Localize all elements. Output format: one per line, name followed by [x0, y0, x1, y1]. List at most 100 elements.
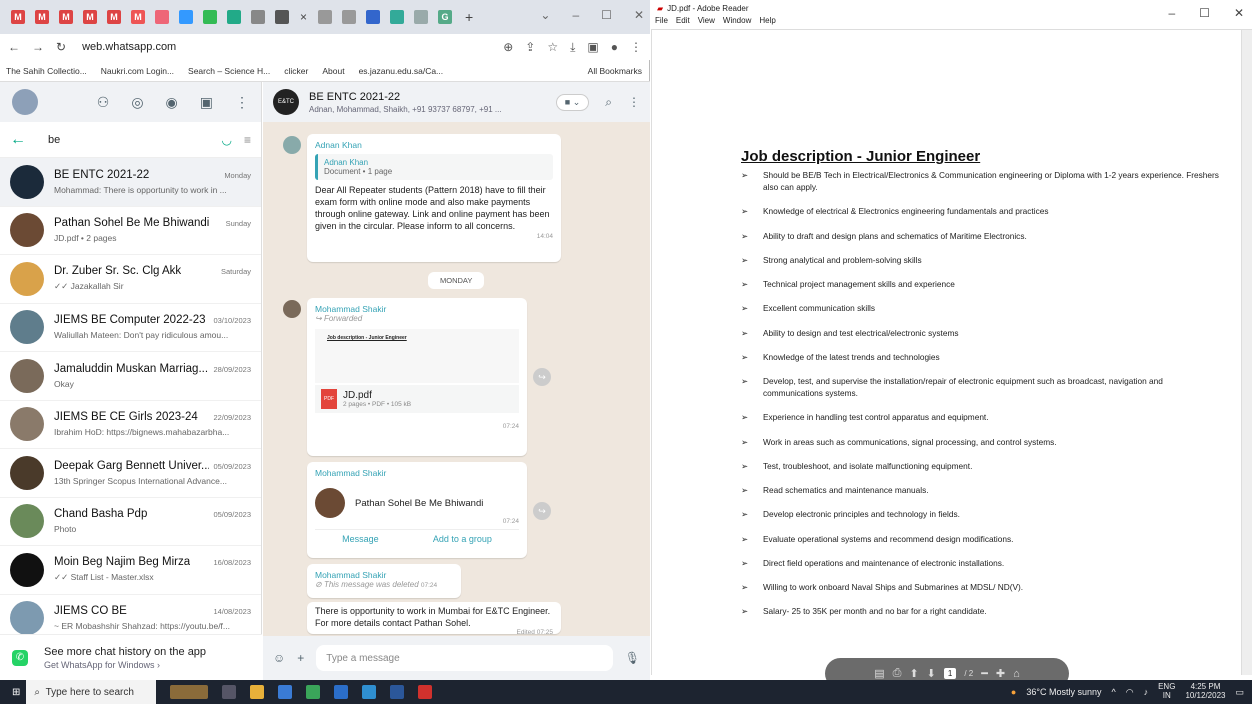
chat-list-item[interactable]: JIEMS BE CE Girls 2023-24 22/09/2023 Ibrah… — [0, 401, 261, 449]
back-icon[interactable]: ← — [8, 40, 20, 54]
clock[interactable]: 4:25 PM 10/12/2023 — [1185, 682, 1225, 701]
bookmark[interactable]: Naukri.com Login... — [101, 66, 174, 76]
gmail-tab-icon[interactable]: M — [11, 10, 25, 24]
tab-icon[interactable] — [390, 10, 405, 24]
all-bookmarks[interactable]: All Bookmarks — [588, 66, 650, 76]
url-field[interactable]: web.whatsapp.com — [82, 41, 176, 53]
status-icon[interactable]: ◎ — [131, 94, 143, 111]
add-to-group-button[interactable]: Add to a group — [433, 534, 492, 544]
document-preview[interactable]: Job description - Junior Engineer — [315, 329, 519, 383]
gmail-tab-icon[interactable]: M — [83, 10, 97, 24]
tab-icon[interactable] — [275, 10, 289, 24]
tray-chevron-icon[interactable]: ^ — [1112, 687, 1116, 697]
chat-list-item[interactable]: BE ENTC 2021-22 Monday Mohammad: There is … — [0, 158, 261, 207]
tab-icon[interactable] — [227, 10, 241, 24]
message-bubble[interactable]: Adnan Khan Adnan Khan Document • 1 page … — [307, 134, 561, 262]
chrome-icon[interactable] — [306, 685, 321, 699]
message-bubble[interactable]: There is opportunity to work in Mumbai f… — [307, 602, 561, 636]
contact-card[interactable]: Pathan Sohel Be Me Bhiwandi — [315, 488, 519, 518]
tab-icon[interactable] — [203, 10, 217, 24]
network-icon[interactable]: ◠ — [1126, 687, 1134, 698]
task-view-icon[interactable] — [222, 685, 237, 699]
group-avatar[interactable]: E&TC — [273, 89, 299, 115]
bookmark[interactable]: The Sahih Collectio... — [6, 66, 87, 76]
maximize-button[interactable]: ☐ — [601, 8, 612, 22]
tab-icon[interactable] — [366, 10, 381, 24]
adobe-reader-icon[interactable] — [418, 685, 433, 699]
app-icon[interactable] — [362, 685, 377, 699]
tab-icon[interactable] — [155, 10, 169, 24]
communities-icon[interactable]: ⚇ — [97, 94, 110, 111]
zoom-in-icon[interactable]: ✚ — [996, 667, 1005, 680]
forward-icon[interactable]: ↪ — [533, 502, 551, 520]
chat-list-item[interactable]: Deepak Garg Bennett Univer... 05/09/2023 1… — [0, 449, 261, 498]
news-widget-icon[interactable] — [170, 685, 209, 699]
menu-view[interactable]: View — [698, 16, 715, 29]
zoom-out-icon[interactable]: ━ — [981, 667, 988, 680]
menu-file[interactable]: File — [655, 16, 668, 29]
windows-start-icon[interactable]: ⊞ — [12, 687, 20, 698]
download-icon[interactable]: ⤓ — [570, 40, 575, 55]
store-icon[interactable] — [278, 685, 293, 699]
search-icon[interactable]: ⌕ — [605, 95, 612, 110]
minimize-button[interactable]: – — [572, 8, 579, 22]
emoji-icon[interactable]: ☺ — [273, 651, 285, 665]
menu-icon[interactable]: ⋮ — [630, 40, 642, 55]
file-explorer-icon[interactable] — [250, 685, 265, 699]
weather-text[interactable]: 36°C Mostly sunny — [1026, 687, 1101, 697]
tab-search-icon[interactable]: ⌄ — [540, 8, 550, 22]
maximize-button[interactable]: ☐ — [1199, 6, 1210, 20]
tab-icon[interactable] — [342, 10, 357, 24]
forward-icon[interactable]: → — [32, 40, 44, 54]
chat-list-item[interactable]: JIEMS BE Computer 2022-23 03/10/2023 Waliu… — [0, 304, 261, 352]
quoted-message[interactable]: Adnan Khan Document • 1 page — [315, 154, 553, 180]
bookmark[interactable]: About — [322, 66, 344, 76]
next-page-icon[interactable]: ⬇ — [927, 667, 936, 680]
forward-icon[interactable]: ↪ — [533, 368, 551, 386]
volume-icon[interactable]: ♪ — [1144, 687, 1149, 697]
tab-icon[interactable] — [251, 10, 265, 24]
calculator-icon[interactable] — [334, 685, 349, 699]
tab-icon[interactable]: G — [438, 10, 453, 24]
gmail-tab-icon[interactable]: M — [59, 10, 73, 24]
close-tab-icon[interactable]: × — [300, 10, 307, 24]
tab-icon[interactable] — [179, 10, 193, 24]
document-page[interactable]: Job description - Junior Engineer ➢ Shoul… — [651, 30, 1241, 689]
mic-icon[interactable]: 🎙 — [625, 651, 640, 665]
new-chat-icon[interactable]: ▣ — [200, 94, 213, 111]
tab-icon[interactable] — [318, 10, 333, 24]
document-file[interactable]: PDF JD.pdf 2 pages • PDF • 105 kB — [315, 385, 519, 413]
vertical-scrollbar[interactable] — [1241, 30, 1252, 675]
get-app-link[interactable]: Get WhatsApp for Windows › — [44, 660, 206, 670]
read-mode-icon[interactable]: ⌂ — [1013, 668, 1020, 680]
bookmark[interactable]: es.jazanu.edu.sa/Ca... — [359, 66, 444, 76]
menu-edit[interactable]: Edit — [676, 16, 690, 29]
close-button[interactable]: ✕ — [1234, 6, 1244, 20]
contact-card-message[interactable]: Mohammad Shakir Pathan Sohel Be Me Bhiwa… — [307, 462, 527, 558]
reload-icon[interactable]: ↻ — [56, 40, 66, 54]
chat-list-item[interactable]: Pathan Sohel Be Me Bhiwandi Sunday JD.pdf … — [0, 207, 261, 255]
channels-icon[interactable]: ◉ — [166, 94, 178, 111]
install-icon[interactable]: ⊕ — [503, 40, 513, 55]
page-number-input[interactable]: 1 — [943, 668, 957, 679]
bookmark[interactable]: clicker — [284, 66, 308, 76]
print-icon[interactable]: ⎙ — [893, 667, 902, 680]
conversation-header[interactable]: E&TC BE ENTC 2021-22 Adnan, Mohammad, Sh… — [263, 82, 650, 122]
share-icon[interactable]: ⇪ — [525, 40, 535, 55]
gmail-tab-icon[interactable]: M — [131, 10, 145, 24]
video-call-button[interactable]: ■ ⌄ — [555, 93, 590, 111]
close-button[interactable]: ✕ — [634, 8, 644, 22]
document-message[interactable]: Mohammad Shakir ↪ Forwarded Job descript… — [307, 298, 527, 456]
deleted-message[interactable]: Mohammad Shakir ⊘ This message was delet… — [307, 564, 461, 598]
sender-avatar[interactable] — [283, 300, 301, 318]
profile-avatar[interactable]: ● — [611, 40, 618, 55]
save-icon[interactable]: ▤ — [874, 667, 884, 680]
bookmark[interactable]: Search – Science H... — [188, 66, 270, 76]
taskbar-search[interactable]: ⌕ Type here to search — [26, 680, 157, 704]
back-arrow-icon[interactable]: ← — [10, 131, 26, 149]
search-input[interactable]: be — [48, 134, 222, 146]
attach-icon[interactable]: + — [297, 651, 304, 665]
language-indicator[interactable]: ENG IN — [1158, 682, 1175, 701]
chat-list-item[interactable]: Jamaluddin Muskan Marriag... 28/09/2023 Ok… — [0, 352, 261, 401]
my-avatar[interactable] — [12, 89, 38, 115]
